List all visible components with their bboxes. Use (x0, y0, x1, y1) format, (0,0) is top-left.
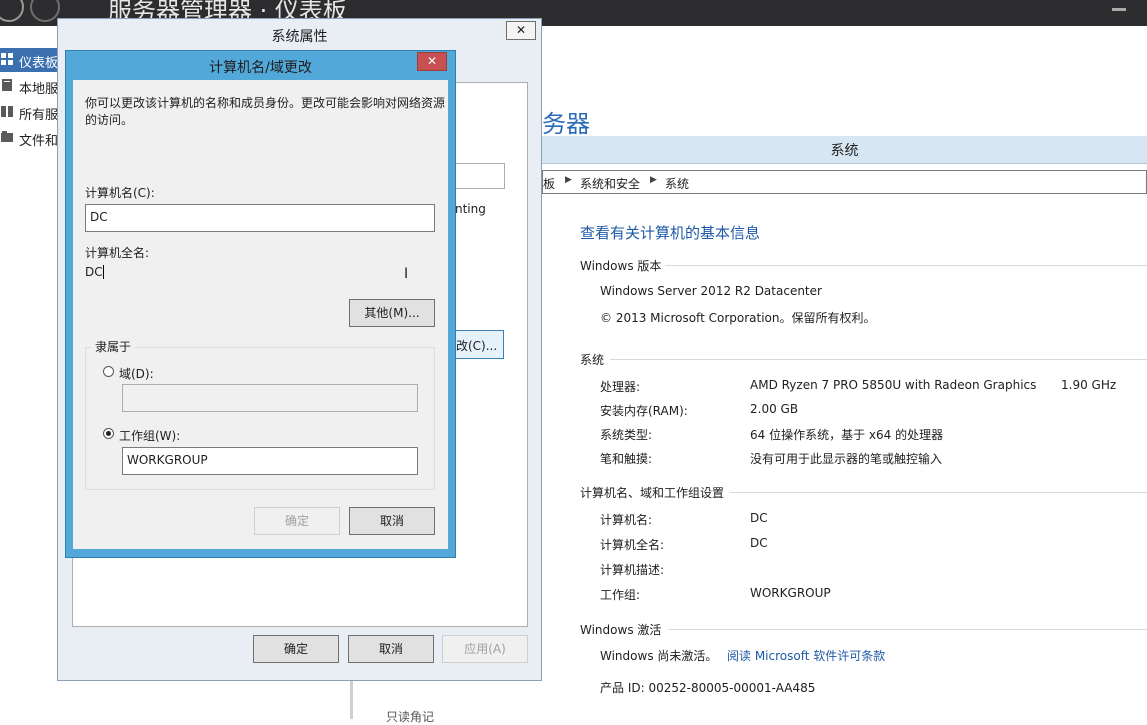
page-title: 查看有关计算机的基本信息 (580, 224, 761, 242)
activation-status: Windows 尚未激活。 (600, 649, 718, 663)
section-system: 系统 (580, 353, 605, 367)
cancel-button[interactable]: 取消 (349, 507, 435, 535)
system-window-title: 系统 (830, 143, 859, 159)
processor-label: 处理器: (600, 380, 641, 394)
full-computer-name-label: 计算机全名: (600, 538, 665, 552)
divider (668, 629, 1147, 630)
domain-label: 域(D): (119, 367, 154, 381)
processor-speed: 1.90 GHz (1061, 378, 1117, 392)
sidebar-item-label: 所有服 (19, 108, 59, 123)
copyright-text: © 2013 Microsoft Corporation。保留所有权利。 (600, 311, 876, 325)
pen-touch-label: 笔和触摸: (600, 452, 653, 466)
sidebar-item-label: 本地服 (19, 82, 59, 97)
full-name-value: DC (85, 265, 103, 279)
ibeam-cursor-icon: I (404, 266, 409, 282)
ok-button[interactable]: 确定 (254, 507, 340, 535)
divider (610, 359, 1147, 360)
computer-name-input[interactable]: DC (85, 204, 435, 232)
apply-button[interactable]: 应用(A) (442, 635, 528, 663)
computer-name-label: 计算机名: (600, 513, 653, 527)
servers-icon (1, 106, 13, 117)
computer-description-field[interactable] (455, 163, 505, 189)
breadcrumb-item[interactable]: 系统和安全 (580, 175, 640, 192)
breadcrumb-item[interactable]: 板 (543, 175, 555, 192)
example-text-fragment: nting (455, 202, 486, 216)
member-of-title: 隶属于 (91, 338, 136, 355)
processor-value: AMD Ryzen 7 PRO 5850U with Radeon Graphi… (750, 378, 1037, 392)
full-name-label: 计算机全名: (85, 246, 150, 260)
product-id: 产品 ID: 00252-80005-00001-AA485 (600, 681, 816, 695)
pen-touch-value: 没有可用于此显示器的笔或触控输入 (750, 452, 943, 466)
ram-label: 安装内存(RAM): (600, 404, 688, 418)
workgroup-value: WORKGROUP (750, 586, 831, 600)
computer-name-value: DC (750, 511, 768, 525)
sidebar-item-label: 文件和 (19, 134, 59, 149)
breadcrumb-item[interactable]: 系统 (665, 175, 689, 192)
full-computer-name-value: DC (750, 536, 768, 550)
dialog-description: 你可以更改该计算机的名称和成员身份。更改可能会影响对网络资源的访问。 (85, 96, 446, 127)
minimize-icon[interactable] (1112, 8, 1126, 11)
workgroup-input[interactable]: WORKGROUP (122, 447, 418, 475)
system-type-label: 系统类型: (600, 428, 653, 442)
license-terms-link[interactable]: 阅读 Microsoft 软件许可条款 (727, 647, 885, 664)
folder-icon (1, 131, 13, 142)
ok-button[interactable]: 确定 (253, 635, 339, 663)
workgroup-label: 工作组(W): (119, 429, 181, 443)
windows-edition-name: Windows Server 2012 R2 Datacenter (600, 284, 822, 298)
ram-value: 2.00 GB (750, 402, 799, 416)
chevron-right-icon: ▶ (565, 175, 572, 185)
workgroup-label: 工作组: (600, 588, 641, 602)
computer-description-label: 计算机描述: (600, 563, 665, 577)
close-icon[interactable]: ✕ (506, 21, 536, 40)
server-icon (2, 79, 12, 91)
system-properties-title: 系统属性 (271, 29, 328, 45)
close-icon[interactable]: ✕ (417, 52, 447, 71)
change-button[interactable]: 改(C)... (455, 330, 504, 359)
text-cursor (103, 265, 104, 279)
section-windows-edition: Windows 版本 (580, 259, 662, 273)
divider (665, 265, 1147, 266)
more-button[interactable]: 其他(M)... (349, 299, 435, 327)
section-computer-name: 计算机名、域和工作组设置 (580, 486, 725, 500)
dashboard-icon (1, 53, 13, 65)
system-window-titlebar: 系统 (542, 136, 1147, 164)
cancel-button[interactable]: 取消 (348, 635, 434, 663)
server-heading-fragment: 务器 (542, 110, 590, 138)
divider (730, 492, 1147, 493)
computer-name-label: 计算机名(C): (85, 186, 155, 200)
domain-input[interactable] (122, 384, 418, 412)
system-type-value: 64 位操作系统，基于 x64 的处理器 (750, 428, 944, 442)
sidebar-item-label: 仪表板 (19, 56, 59, 71)
computer-name-dialog-title: 计算机名/域更改 (209, 60, 312, 76)
domain-radio[interactable] (103, 366, 114, 377)
section-windows-activation: Windows 激活 (580, 623, 662, 637)
chevron-right-icon: ▶ (650, 175, 657, 185)
address-bar[interactable]: 板 ▶ 系统和安全 ▶ 系统 (542, 170, 1147, 194)
workgroup-radio[interactable] (103, 428, 114, 439)
bottom-text-fragment: 只读角记 (386, 710, 435, 724)
